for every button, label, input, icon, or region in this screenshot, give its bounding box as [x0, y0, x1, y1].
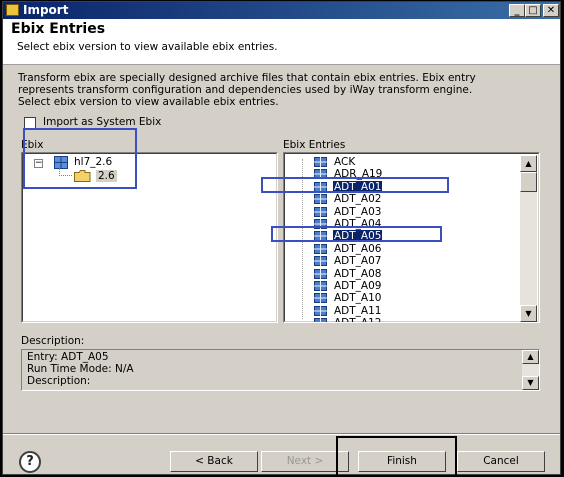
entry-icon	[314, 194, 327, 205]
intro-text: Transform ebix are specially designed ar…	[18, 72, 546, 108]
page-subtitle: Select ebix version to view available eb…	[17, 41, 278, 53]
list-item-label: ACK	[334, 156, 356, 168]
intro-line: represents transform configuration and d…	[18, 84, 473, 96]
entry-icon	[314, 293, 327, 304]
description-text: Description:	[27, 375, 91, 387]
scroll-thumb[interactable]	[520, 172, 537, 192]
list-item-label: ADT_A02	[334, 193, 382, 206]
entry-icon	[314, 157, 327, 167]
highlight-adt-a05	[271, 226, 442, 242]
maximize-button[interactable]: □	[525, 4, 541, 17]
scroll-up-button[interactable]: ▲	[520, 155, 537, 172]
list-item-label: ADT_A11	[334, 304, 382, 317]
back-button[interactable]: < Back	[170, 451, 258, 472]
page-title: Ebix Entries	[11, 21, 106, 37]
highlight-adt-a01	[261, 177, 449, 193]
entry-icon	[314, 256, 327, 267]
folder-icon	[6, 4, 19, 16]
entry-icon	[314, 305, 327, 316]
list-item-label: ADT_A07	[334, 255, 382, 268]
highlight-finish	[336, 436, 457, 477]
highlight-ebix-tree	[23, 128, 137, 189]
help-button[interactable]: ?	[19, 451, 41, 473]
intro-line: Select ebix version to view available eb…	[18, 96, 279, 108]
minimize-button[interactable]: _	[509, 4, 525, 17]
description-runtime: Run Time Mode: N/A	[27, 363, 134, 375]
entry-icon	[314, 281, 327, 291]
description-label: Description:	[21, 335, 85, 347]
entries-scrollbar[interactable]: ▲ ▼	[520, 155, 537, 322]
list-item-label: ADT_A08	[334, 267, 382, 280]
window-title: Import	[23, 3, 69, 17]
entry-icon	[314, 206, 327, 217]
entry-icon	[314, 268, 327, 279]
desc-scroll-up-button[interactable]: ▲	[522, 350, 539, 364]
description-scrollbar[interactable]: ▲ ▼	[522, 350, 539, 390]
list-item-label: ADT_A10	[334, 292, 382, 305]
scroll-down-button[interactable]: ▼	[520, 305, 537, 322]
description-box: Entry: ADT_A05 Run Time Mode: N/A Descri…	[21, 349, 540, 391]
ebix-entries-label: Ebix Entries	[283, 139, 346, 151]
list-item-label: ADT_A03	[334, 205, 382, 218]
entry-icon	[314, 243, 327, 254]
cancel-button[interactable]: Cancel	[457, 451, 545, 472]
list-item-label: ADT_A09	[334, 280, 382, 292]
import-system-label[interactable]: Import as System Ebix	[43, 116, 161, 128]
entry-icon	[314, 318, 327, 322]
description-entry: Entry: ADT_A05	[27, 351, 109, 363]
title-bar: Import _ □ ✕	[3, 2, 560, 19]
wizard-header: Ebix Entries Select ebix version to view…	[3, 19, 560, 65]
close-button[interactable]: ✕	[543, 4, 559, 17]
desc-scroll-down-button[interactable]: ▼	[522, 376, 539, 390]
list-item-label: ADT_A12	[333, 317, 382, 322]
list-item-label: ADT_A06	[334, 242, 382, 255]
intro-line: Transform ebix are specially designed ar…	[18, 72, 476, 84]
footer-separator	[3, 433, 560, 435]
